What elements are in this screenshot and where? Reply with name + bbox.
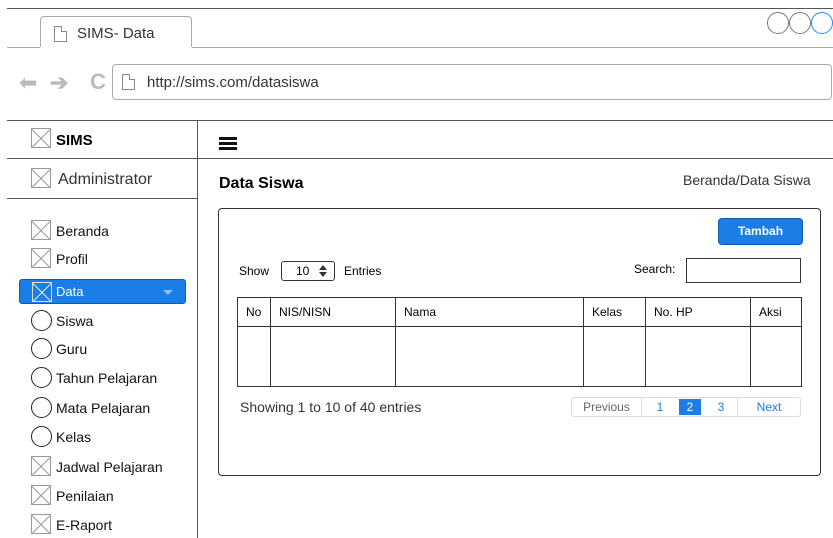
pagination-page-1[interactable]: 1 [649, 398, 671, 416]
table-cell [237, 326, 271, 387]
sidebar-item-label: Mata Pelajaran [56, 400, 151, 416]
entries-select[interactable]: 10 [281, 261, 335, 281]
browser-top-border [7, 8, 833, 9]
pagination: Previous 1 2 3 Next [571, 397, 801, 417]
table-cell [395, 326, 584, 387]
search-label: Search: [634, 262, 676, 276]
pagination-previous[interactable]: Previous [572, 398, 642, 416]
window-minimize-icon[interactable] [767, 12, 789, 34]
user-name[interactable]: Administrator [58, 171, 152, 189]
pagination-page-2-current[interactable]: 2 [679, 399, 701, 415]
table-cell [750, 326, 802, 387]
sidebar-item-label: Jadwal Pelajaran [56, 459, 163, 475]
pagination-page-3[interactable]: 3 [710, 398, 732, 416]
browser-tab[interactable]: SIMS- Data [40, 16, 192, 47]
image-placeholder-icon [31, 514, 51, 534]
entries-value: 10 [296, 264, 310, 278]
column-header-no[interactable]: No [237, 297, 271, 327]
image-placeholder-icon [31, 248, 51, 268]
tabstrip-border [7, 47, 40, 48]
pagination-divider [737, 398, 738, 416]
app-header-border [7, 120, 833, 121]
hamburger-menu-icon[interactable] [219, 137, 237, 150]
window-maximize-icon[interactable] [789, 12, 811, 34]
breadcrumb[interactable]: Beranda/Data Siswa [683, 172, 811, 188]
image-placeholder-icon [31, 456, 51, 476]
sidebar-divider [197, 120, 198, 538]
page-icon [122, 74, 135, 90]
sidebar-item-label: Siswa [56, 313, 94, 329]
brand-name[interactable]: SIMS [56, 132, 93, 149]
table-cell [270, 326, 396, 387]
sidebar-item-label: Kelas [56, 429, 92, 445]
table-info: Showing 1 to 10 of 40 entries [240, 399, 422, 415]
chevron-down-icon [163, 290, 173, 295]
table-cell [645, 326, 751, 387]
add-button[interactable]: Tambah [718, 218, 803, 245]
sidebar-item-label: Beranda [56, 223, 109, 239]
sidebar-item-label: Data [56, 284, 84, 299]
column-header-nis[interactable]: NIS/NISN [270, 297, 396, 327]
data-table: No NIS/NISN Nama Kelas No. HP Aksi [237, 297, 802, 387]
circle-icon [31, 397, 52, 418]
search-input[interactable] [686, 258, 801, 283]
image-placeholder-icon [31, 485, 51, 505]
sidebar-item-label: Guru [56, 341, 88, 357]
sidebar-divider [7, 198, 197, 199]
column-header-no-hp[interactable]: No. HP [645, 297, 751, 327]
sidebar-item-label: E-Raport [56, 517, 113, 533]
sidebar-item-label: Profil [56, 251, 88, 267]
page-icon [54, 26, 67, 42]
column-header-nama[interactable]: Nama [395, 297, 584, 327]
brand-logo-icon [31, 128, 51, 148]
tab-title: SIMS- Data [77, 25, 155, 42]
table-row [237, 326, 802, 387]
table-header-row: No NIS/NISN Nama Kelas No. HP Aksi [237, 297, 802, 327]
column-header-kelas[interactable]: Kelas [583, 297, 646, 327]
circle-icon [31, 310, 52, 331]
tabstrip-border [192, 47, 833, 48]
image-placeholder-icon [32, 282, 52, 302]
forward-arrow-icon[interactable]: ➔ [50, 72, 68, 94]
pagination-next[interactable]: Next [744, 398, 794, 416]
table-cell [583, 326, 646, 387]
spinner-icon[interactable] [319, 265, 328, 277]
address-bar[interactable]: http://sims.com/datasiswa [112, 64, 832, 100]
page-title: Data Siswa [219, 175, 304, 192]
reload-icon[interactable]: C [90, 70, 106, 94]
sidebar-divider [7, 158, 197, 159]
show-label: Show [239, 264, 270, 278]
user-avatar-icon [31, 168, 51, 188]
window-close-icon[interactable] [811, 12, 833, 34]
sidebar-item-label: Penilaian [56, 488, 114, 504]
back-arrow-icon[interactable]: ⬅ [19, 72, 37, 94]
sidebar-item-label: Tahun Pelajaran [56, 370, 158, 386]
sidebar-item-data[interactable]: Data [19, 279, 186, 304]
url-text[interactable]: http://sims.com/datasiswa [147, 74, 319, 91]
entries-label: Entries [344, 264, 382, 278]
image-placeholder-icon [31, 220, 51, 240]
circle-icon [31, 367, 52, 388]
column-header-aksi[interactable]: Aksi [750, 297, 802, 327]
circle-icon [31, 426, 52, 447]
topbar-border [197, 158, 833, 159]
circle-icon [31, 338, 52, 359]
